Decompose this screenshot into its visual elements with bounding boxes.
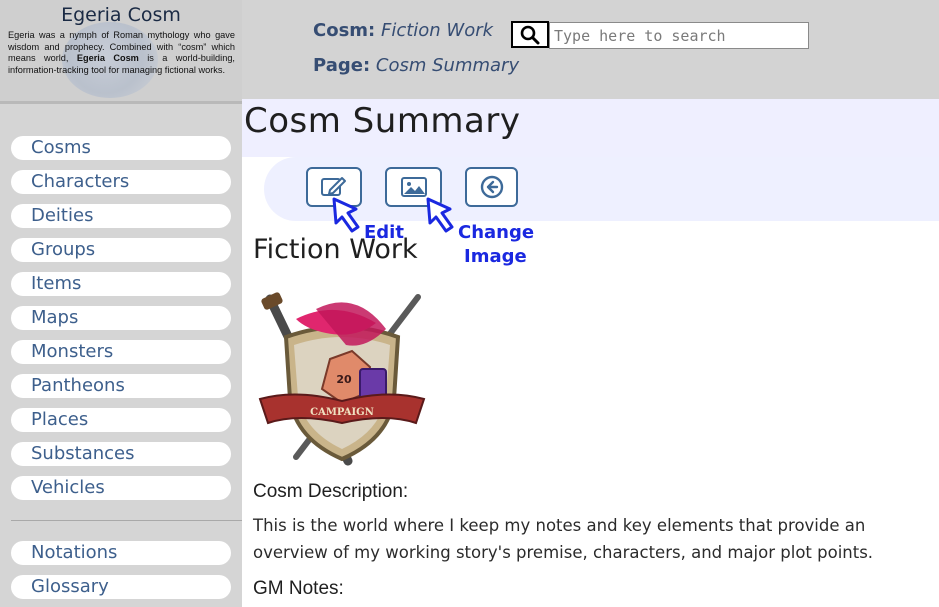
cosm-indicator: Cosm: Fiction Work: [313, 20, 493, 41]
image-banner-text: CAMPAIGN: [310, 407, 374, 418]
header: Cosm: Fiction Work Page: Cosm Summary: [242, 0, 939, 99]
page-value: Cosm Summary: [375, 55, 520, 76]
back-button[interactable]: [465, 167, 518, 207]
page-key-label: Page:: [313, 55, 371, 76]
sidebar-nav-secondary: Notations Glossary: [11, 541, 231, 607]
sidebar-item-substances[interactable]: Substances: [11, 442, 231, 466]
cosm-key-label: Cosm:: [313, 20, 376, 41]
page-indicator: Page: Cosm Summary: [313, 55, 519, 76]
dice-number: 20: [336, 373, 352, 386]
main-content: Cosm Summary Edit Change Image Fiction W…: [242, 99, 939, 607]
sidebar-item-notations[interactable]: Notations: [11, 541, 231, 565]
cosm-image: 20 CAMPAIGN: [258, 292, 426, 466]
sidebar-item-items[interactable]: Items: [11, 272, 231, 296]
annotation-change-label: Change: [458, 222, 535, 243]
sidebar: Egeria Cosm Egeria was a nymph of Roman …: [0, 0, 242, 607]
back-arrow-icon: [480, 175, 503, 199]
brand-desc-bold: Egeria Cosm: [76, 53, 139, 64]
sidebar-item-pantheons[interactable]: Pantheons: [11, 374, 231, 398]
search-input[interactable]: [549, 22, 809, 49]
gm-notes-label: GM Notes:: [253, 578, 344, 599]
sidebar-item-vehicles[interactable]: Vehicles: [11, 476, 231, 500]
search-button[interactable]: [511, 21, 549, 48]
cosm-description-text: This is the world where I keep my notes …: [253, 516, 874, 562]
image-icon: [400, 177, 427, 197]
sidebar-item-characters[interactable]: Characters: [11, 170, 231, 194]
cosm-description-label: Cosm Description:: [253, 481, 409, 502]
sidebar-item-deities[interactable]: Deities: [11, 204, 231, 228]
brand-panel: Egeria Cosm Egeria was a nymph of Roman …: [0, 0, 242, 101]
sidebar-item-glossary[interactable]: Glossary: [11, 575, 231, 599]
annotation-image-label: Image: [464, 246, 527, 267]
app-page: Egeria Cosm Egeria was a nymph of Roman …: [0, 0, 939, 607]
sidebar-item-maps[interactable]: Maps: [11, 306, 231, 330]
sidebar-item-cosms[interactable]: Cosms: [11, 136, 231, 160]
nav-divider: [11, 520, 242, 521]
cosm-title: Fiction Work: [253, 234, 418, 265]
sidebar-nav: Cosms Characters Deities Groups Items Ma…: [11, 136, 231, 510]
brand-title: Egeria Cosm: [61, 4, 181, 26]
sidebar-item-monsters[interactable]: Monsters: [11, 340, 231, 364]
brand-description: Egeria was a nymph of Roman mythology wh…: [8, 30, 235, 76]
sidebar-item-groups[interactable]: Groups: [11, 238, 231, 262]
sidebar-item-places[interactable]: Places: [11, 408, 231, 432]
page-title: Cosm Summary: [244, 101, 521, 141]
cosm-value: Fiction Work: [380, 20, 494, 41]
title-band: Cosm Summary: [242, 99, 939, 157]
brand-divider: [0, 101, 242, 104]
search-icon: [520, 25, 540, 44]
edit-icon: [321, 177, 346, 196]
